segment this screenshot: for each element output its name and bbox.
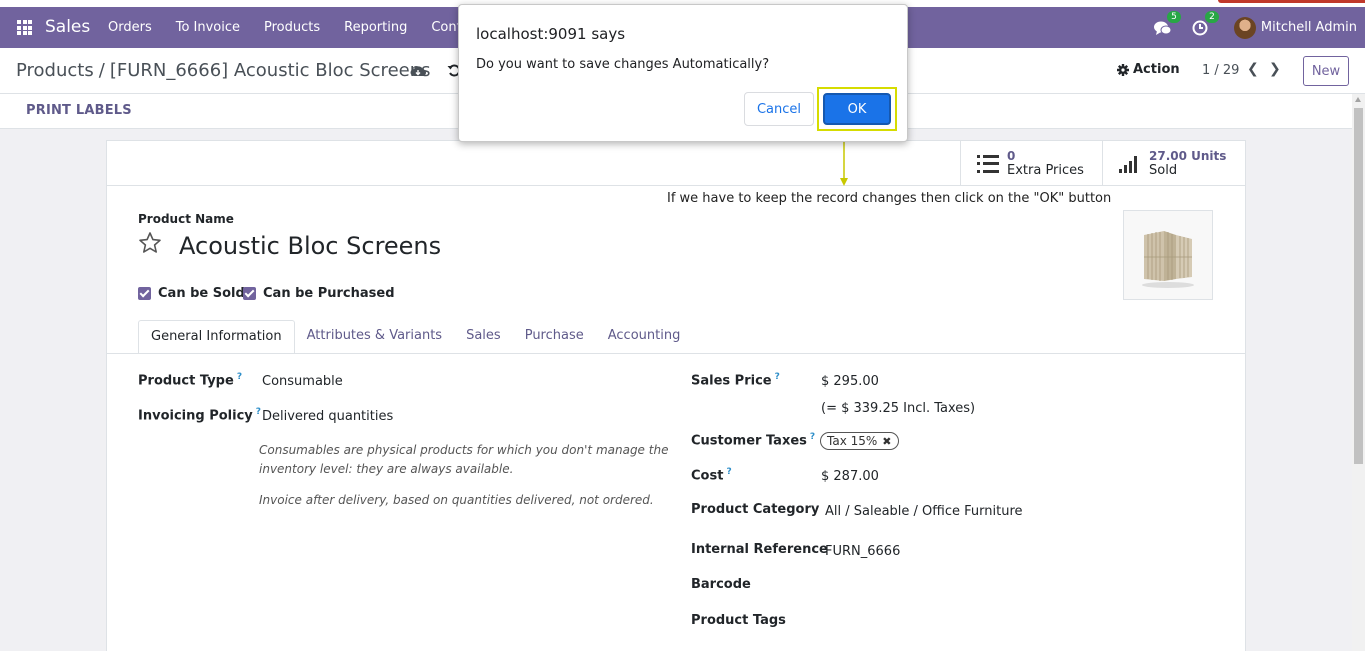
tab-accounting[interactable]: Accounting [596, 320, 693, 354]
can-be-sold-checkbox[interactable]: Can be Sold [138, 286, 245, 301]
invoicing-policy-value[interactable]: Delivered quantities [262, 409, 393, 424]
sales-price-label: Sales Price? [691, 372, 780, 389]
sold-smart-button[interactable]: 27.00 Units Sold [1102, 141, 1245, 186]
browser-tab-accent [1218, 0, 1365, 3]
tabs-divider [107, 353, 1245, 354]
messages-count-badge: 5 [1167, 10, 1181, 23]
dialog-message: Do you want to save changes Automaticall… [476, 57, 770, 72]
menu-item-to-invoice[interactable]: To Invoice [176, 20, 240, 35]
consumable-help-line-1: Consumables are physical products for wh… [259, 443, 669, 457]
invoicing-policy-label: Invoicing Policy? [138, 407, 261, 424]
extra-prices-smart-button[interactable]: 0 Extra Prices [960, 141, 1102, 186]
sales-price-incl-taxes: (= $ 339.25 Incl. Taxes) [821, 401, 976, 416]
internal-reference-label: Internal Reference [691, 542, 828, 557]
sales-price-value[interactable]: $ 295.00 [821, 374, 879, 389]
signal-bars-icon [1119, 155, 1141, 173]
remove-tag-icon[interactable]: ✖ [882, 435, 891, 448]
extra-prices-count: 0 [1007, 149, 1016, 163]
action-menu-button[interactable]: Action [1117, 62, 1180, 77]
sold-units-value: 27.00 Units [1149, 149, 1227, 163]
menu-item-products[interactable]: Products [264, 20, 320, 35]
scroll-up-arrow-icon[interactable] [1355, 97, 1361, 102]
pager-previous-icon[interactable]: ❮ [1247, 61, 1259, 77]
internal-reference-value[interactable]: FURN_6666 [825, 544, 900, 559]
product-category-label: Product Category [691, 502, 820, 517]
breadcrumb-separator: / [98, 60, 105, 81]
activities-button[interactable]: 2 [1192, 10, 1219, 36]
notebook-tabs: General Information Attributes & Variant… [138, 320, 692, 354]
cost-value[interactable]: $ 287.00 [821, 469, 879, 484]
user-menu-name[interactable]: Mitchell Admin [1261, 20, 1357, 35]
activities-count-badge: 2 [1205, 10, 1219, 23]
breadcrumb-products-link[interactable]: Products [16, 60, 94, 81]
product-name-label: Product Name [138, 212, 234, 226]
menu-item-reporting[interactable]: Reporting [344, 20, 407, 35]
help-tooltip-icon[interactable]: ? [726, 467, 731, 477]
help-tooltip-icon[interactable]: ? [237, 372, 242, 382]
page-scrollbar[interactable] [1352, 94, 1365, 651]
help-tooltip-icon[interactable]: ? [256, 407, 261, 417]
action-label: Action [1133, 62, 1180, 77]
tab-general-information[interactable]: General Information [138, 320, 295, 354]
product-category-value[interactable]: All / Saleable / Office Furniture [825, 504, 1023, 519]
user-avatar[interactable] [1233, 16, 1256, 39]
browser-confirm-dialog: localhost:9091 says Do you want to save … [458, 4, 908, 142]
product-tags-label: Product Tags [691, 613, 786, 628]
help-tooltip-icon[interactable]: ? [775, 372, 780, 382]
form-sheet: 0 Extra Prices 27.00 Units Sold [106, 140, 1246, 651]
tab-attributes-variants[interactable]: Attributes & Variants [295, 320, 454, 354]
room-divider-image [1142, 231, 1194, 288]
tab-sales[interactable]: Sales [454, 320, 513, 354]
checkbox-checked-icon[interactable] [243, 287, 256, 300]
save-cloud-icon[interactable] [410, 64, 426, 78]
product-type-label: Product Type? [138, 372, 243, 389]
smart-button-box: 0 Extra Prices 27.00 Units Sold [107, 141, 1245, 186]
breadcrumb: Products / [FURN_6666] Acoustic Bloc Scree… [16, 60, 431, 81]
consumable-help-line-2: inventory level: they are always availab… [259, 462, 514, 476]
barcode-label: Barcode [691, 577, 751, 592]
apps-grid-icon[interactable] [17, 20, 32, 35]
tax-tag-label: Tax 15% [827, 434, 878, 448]
sold-label: Sold [1149, 163, 1178, 178]
product-image[interactable] [1123, 210, 1213, 300]
pager-next-icon[interactable]: ❯ [1269, 61, 1281, 77]
pager-value[interactable]: 1 / 29 [1202, 63, 1239, 78]
tab-purchase[interactable]: Purchase [513, 320, 596, 354]
tax-tag: Tax 15% ✖ [820, 432, 899, 450]
tutorial-annotation: If we have to keep the record changes th… [667, 191, 1112, 206]
top-menu: Orders To Invoice Products Reporting Con… [108, 20, 505, 35]
can-be-purchased-label: Can be Purchased [263, 286, 395, 301]
favorite-star-icon[interactable] [138, 231, 162, 255]
gear-icon [1117, 63, 1129, 76]
dialog-cancel-button[interactable]: Cancel [744, 92, 814, 126]
product-type-value[interactable]: Consumable [262, 374, 343, 389]
dialog-ok-button[interactable]: OK [823, 93, 891, 125]
list-icon [977, 154, 999, 173]
product-name-field[interactable]: Acoustic Bloc Screens [179, 232, 441, 260]
customer-taxes-label: Customer Taxes? [691, 432, 816, 449]
help-tooltip-icon[interactable]: ? [810, 432, 815, 442]
can-be-sold-label: Can be Sold [158, 286, 245, 301]
new-record-button[interactable]: New [1303, 56, 1349, 86]
invoice-policy-help: Invoice after delivery, based on quantit… [259, 493, 654, 507]
clock-icon [1192, 20, 1208, 35]
cost-label: Cost? [691, 467, 732, 484]
dialog-title: localhost:9091 says [476, 25, 626, 43]
breadcrumb-current-record: [FURN_6666] Acoustic Bloc Screens [109, 60, 431, 81]
menu-item-orders[interactable]: Orders [108, 20, 152, 35]
messages-button[interactable]: 5 [1153, 10, 1181, 36]
app-name[interactable]: Sales [45, 17, 90, 37]
checkbox-checked-icon[interactable] [138, 287, 151, 300]
print-labels-button[interactable]: PRINT LABELS [26, 103, 132, 118]
scrollbar-thumb[interactable] [1354, 108, 1363, 464]
can-be-purchased-checkbox[interactable]: Can be Purchased [243, 286, 395, 301]
extra-prices-label: Extra Prices [1007, 163, 1084, 178]
navbar-systray: 5 2 Mitchell Admin [1153, 7, 1365, 48]
